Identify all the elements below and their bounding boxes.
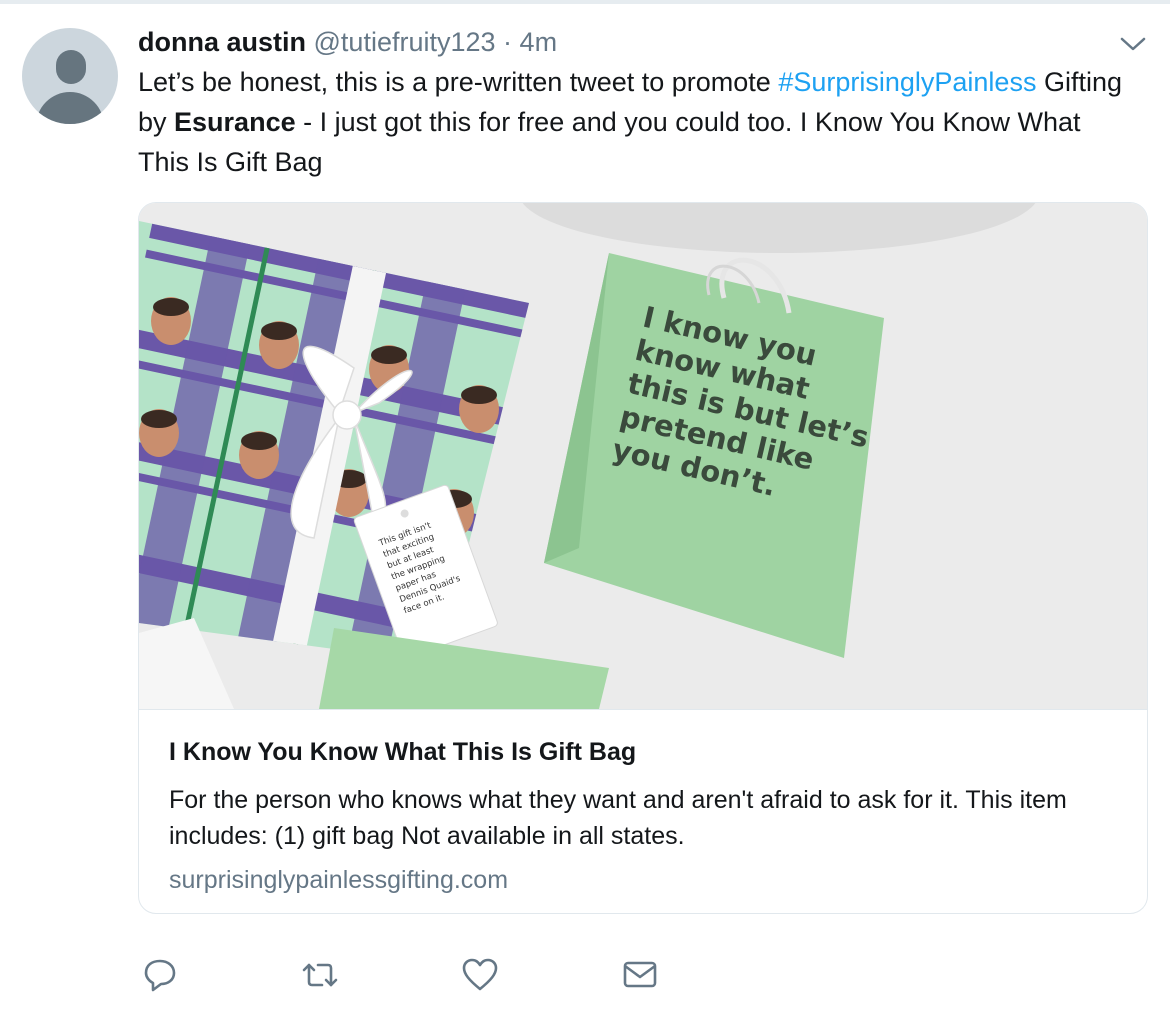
tweet-header: donna austin @tutiefruity123 · 4m xyxy=(138,26,557,58)
top-divider xyxy=(0,0,1170,4)
gift-bag-photo: This gift isn'tthat excitingbut at least… xyxy=(139,203,1147,709)
card-url[interactable]: surprisinglypainlessgifting.com xyxy=(169,866,508,895)
retweet-icon[interactable] xyxy=(300,955,340,995)
card-title[interactable]: I Know You Know What This Is Gift Bag xyxy=(169,738,636,767)
like-heart-icon[interactable] xyxy=(460,955,500,995)
hashtag-link[interactable]: #SurprisinglyPainless xyxy=(778,67,1036,97)
tweet-timestamp[interactable]: 4m xyxy=(520,27,558,57)
chevron-down-icon[interactable] xyxy=(1118,34,1148,54)
author-name[interactable]: donna austin xyxy=(138,27,306,57)
card-body[interactable]: I Know You Know What This Is Gift Bag Fo… xyxy=(139,709,1147,913)
card-description: For the person who knows what they want … xyxy=(169,786,1067,850)
header-separator: · xyxy=(503,27,513,57)
tweet-text-part: Let’s be honest, this is a pre-written t… xyxy=(138,67,779,97)
default-avatar-body xyxy=(36,92,104,124)
author-handle[interactable]: @tutiefruity123 xyxy=(314,27,496,57)
tweet-text: Let’s be honest, this is a pre-written t… xyxy=(138,62,1138,182)
link-card[interactable]: This gift isn't that exciting but at least… xyxy=(138,202,1148,914)
card-image[interactable]: This gift isn't that exciting but at least… xyxy=(139,203,1147,709)
avatar[interactable] xyxy=(22,28,118,124)
reply-icon[interactable] xyxy=(140,955,180,995)
brand-name: Esurance xyxy=(174,107,296,137)
envelope-icon[interactable] xyxy=(620,955,660,995)
default-avatar-head xyxy=(56,50,86,84)
